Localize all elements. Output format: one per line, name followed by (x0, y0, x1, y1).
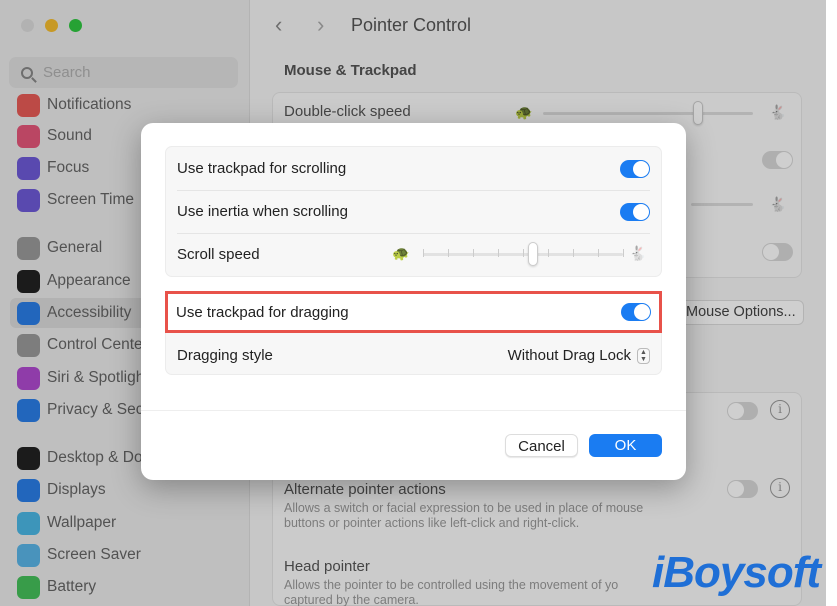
slider-tick (473, 249, 474, 257)
chevron-updown-icon: ▲ ▼ (637, 347, 650, 364)
slider-tick (598, 249, 599, 257)
slider-tick (498, 249, 499, 257)
highlight-box: Use trackpad for dragging (165, 291, 662, 333)
dragging-label: Use trackpad for dragging (176, 303, 349, 321)
scrolling-toggle[interactable] (620, 159, 650, 178)
slider-tick (423, 249, 424, 257)
dragging-toggle[interactable] (621, 303, 651, 321)
dragging-style-value: Without Drag Lock (507, 347, 631, 364)
inertia-toggle[interactable] (620, 202, 650, 221)
slider-tick (548, 249, 549, 257)
inertia-row: Use inertia when scrolling (166, 190, 661, 233)
scroll-speed-slider[interactable] (423, 242, 624, 266)
slider-tick (623, 249, 624, 257)
dragging-style-select[interactable]: Without Drag Lock ▲ ▼ (508, 347, 650, 364)
slider-tick (573, 249, 574, 257)
rabbit-icon: 🐇 (629, 245, 647, 261)
dragging-row: Use trackpad for dragging (165, 291, 662, 333)
scrolling-label: Use trackpad for scrolling (177, 160, 347, 177)
cancel-button[interactable]: Cancel (505, 434, 578, 457)
trackpad-options-dialog: Use trackpad for scrolling Use inertia w… (141, 123, 686, 480)
scroll-speed-row: Scroll speed 🐢 🐇 (166, 233, 661, 276)
iboysoft-watermark-logo: iBoysoft (652, 548, 821, 597)
dragging-style-row: Dragging style Without Drag Lock ▲ ▼ (166, 334, 661, 377)
scroll-speed-thumb[interactable] (528, 242, 538, 266)
slider-tick (523, 249, 524, 257)
scrolling-group: Use trackpad for scrolling Use inertia w… (165, 146, 662, 277)
divider (141, 410, 686, 411)
slider-tick (448, 249, 449, 257)
scroll-speed-label: Scroll speed (177, 246, 260, 263)
inertia-label: Use inertia when scrolling (177, 203, 348, 220)
ok-button[interactable]: OK (589, 434, 662, 457)
scrolling-row: Use trackpad for scrolling (166, 147, 661, 190)
turtle-icon: 🐢 (392, 245, 410, 261)
dragging-style-label: Dragging style (177, 347, 273, 364)
system-settings-window: Search Notifications Sound Focus Screen Tim… (0, 0, 826, 606)
